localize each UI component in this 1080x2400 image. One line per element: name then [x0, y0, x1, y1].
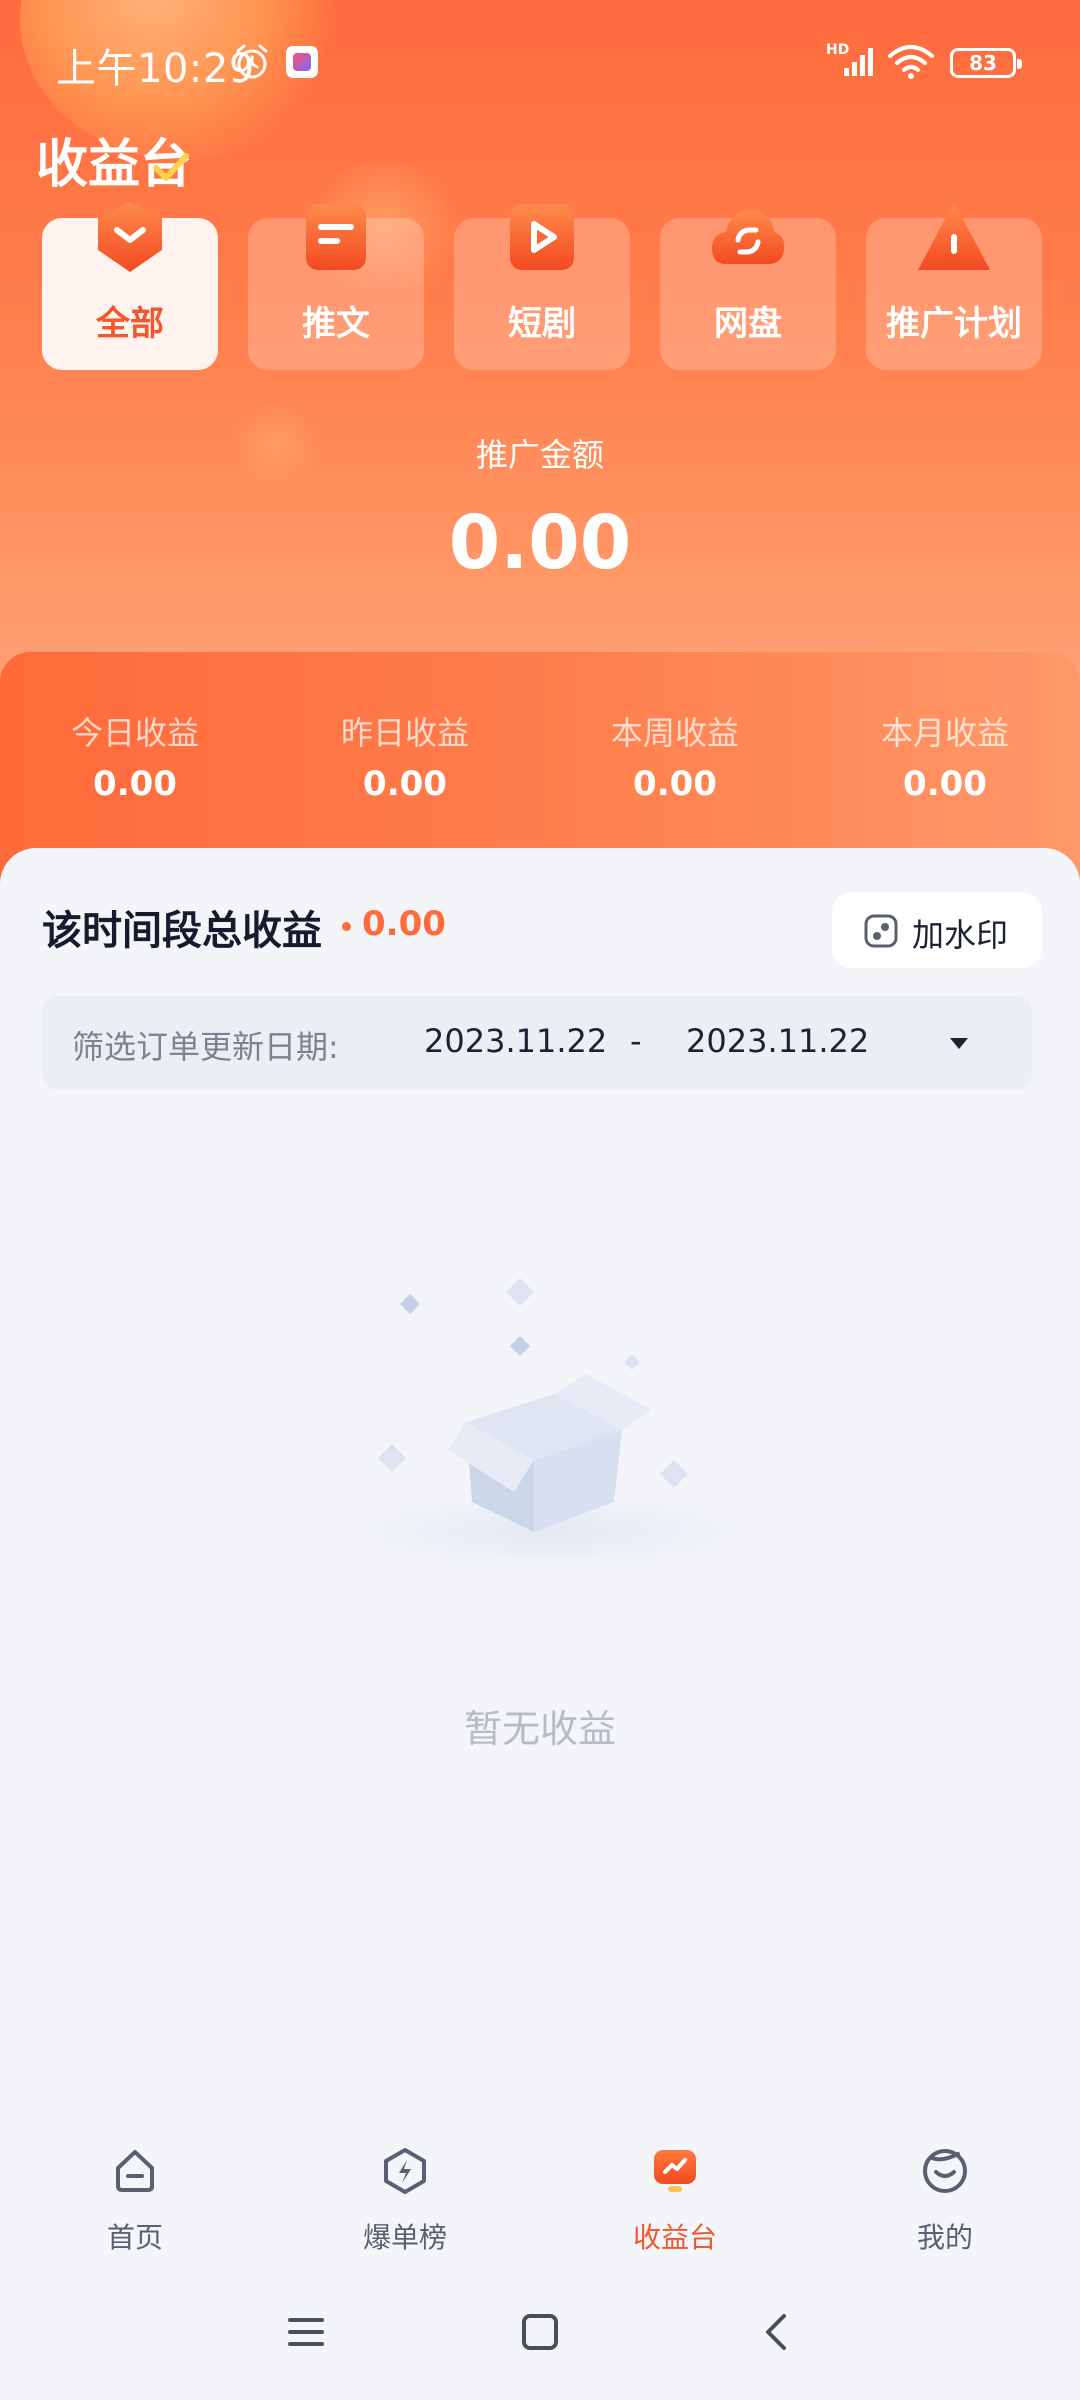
category-tab-articles[interactable]: 推文 [248, 204, 424, 370]
stat-today: 今日收益 0.00 [0, 708, 270, 804]
empty-box-icon [350, 1278, 750, 1570]
cloud-sync-icon [712, 210, 785, 264]
face-icon [923, 2149, 967, 2193]
tab-label: 我的 [916, 2221, 973, 2254]
category-tab-cloud-drive[interactable]: 网盘 [660, 210, 836, 370]
menu-icon[interactable] [286, 2312, 326, 2352]
lightning-icon [384, 2148, 426, 2194]
home-icon [116, 2150, 154, 2192]
date-separator: - [630, 1022, 642, 1060]
stat-this-week: 本周收益 0.00 [540, 708, 810, 804]
category-label: 全部 [96, 304, 164, 344]
alarm-icon [236, 44, 268, 79]
home-square-icon[interactable] [520, 2312, 560, 2352]
category-tab-promo-plan[interactable]: 推广计划 [866, 202, 1042, 370]
document-icon [306, 204, 366, 270]
category-tab-all[interactable]: 全部 [42, 202, 218, 370]
date-filter-label: 筛选订单更新日期: [72, 1028, 339, 1066]
check-badge-icon [153, 153, 189, 181]
tab-label: 收益台 [632, 2221, 717, 2254]
promo-amount-label: 推广金额 [475, 436, 604, 474]
bullet-dot [342, 922, 351, 931]
tab-hot-list[interactable]: 爆单榜 [270, 2130, 540, 2260]
status-time: 上午10:29 [56, 46, 255, 92]
battery-icon: 83 [950, 48, 1022, 78]
stat-value: 0.00 [633, 764, 717, 804]
date-filter[interactable]: 筛选订单更新日期: 2023.11.22 - 2023.11.22 [42, 996, 1032, 1090]
period-total-title: 该时间段总收益 [42, 908, 322, 954]
stat-yesterday: 昨日收益 0.00 [270, 708, 540, 804]
watermark-label: 加水印 [912, 916, 1009, 954]
tab-profile[interactable]: 我的 [810, 2130, 1080, 2260]
category-label: 推广计划 [886, 304, 1022, 344]
shield-chevron-icon [98, 202, 162, 272]
back-icon[interactable] [756, 2312, 796, 2352]
end-date[interactable]: 2023.11.22 [686, 1022, 869, 1060]
stat-label: 本周收益 [610, 714, 739, 752]
promo-amount-value: 0.00 [448, 500, 632, 586]
battery-level: 83 [969, 51, 997, 75]
status-bar: 上午10:29 HD 83 [0, 0, 1080, 120]
caret-down-icon[interactable] [950, 1038, 968, 1049]
category-label: 推文 [302, 304, 370, 344]
app-notification-icon [286, 46, 318, 78]
tab-home[interactable]: 首页 [0, 2130, 270, 2260]
stat-label: 昨日收益 [340, 714, 469, 752]
stat-value: 0.00 [903, 764, 987, 804]
watermark-icon [864, 914, 898, 948]
system-nav-bar [0, 2290, 1080, 2400]
stat-value: 0.00 [363, 764, 447, 804]
tab-label: 爆单榜 [362, 2221, 447, 2254]
stat-label: 本月收益 [880, 714, 1009, 752]
chart-icon [654, 2150, 696, 2192]
add-watermark-button[interactable]: 加水印 [832, 892, 1042, 968]
stat-this-month: 本月收益 0.00 [810, 708, 1080, 804]
category-tab-short-drama[interactable]: 短剧 [454, 204, 630, 370]
bottom-tab-bar: 首页 爆单榜 收益台 我的 [0, 2130, 1080, 2260]
stat-label: 今日收益 [70, 714, 199, 752]
category-label: 网盘 [714, 304, 782, 344]
start-date[interactable]: 2023.11.22 [424, 1022, 607, 1060]
play-icon [510, 204, 574, 270]
tab-label: 首页 [106, 2221, 163, 2254]
tab-earnings[interactable]: 收益台 [540, 2130, 810, 2260]
signal-icon [844, 48, 873, 76]
stat-value: 0.00 [93, 764, 177, 804]
category-label: 短剧 [508, 304, 576, 344]
empty-state-text: 暂无收益 [463, 1707, 616, 1751]
wifi-icon [888, 45, 934, 79]
period-total-value: 0.00 [362, 904, 446, 944]
warning-triangle-icon [918, 202, 990, 270]
